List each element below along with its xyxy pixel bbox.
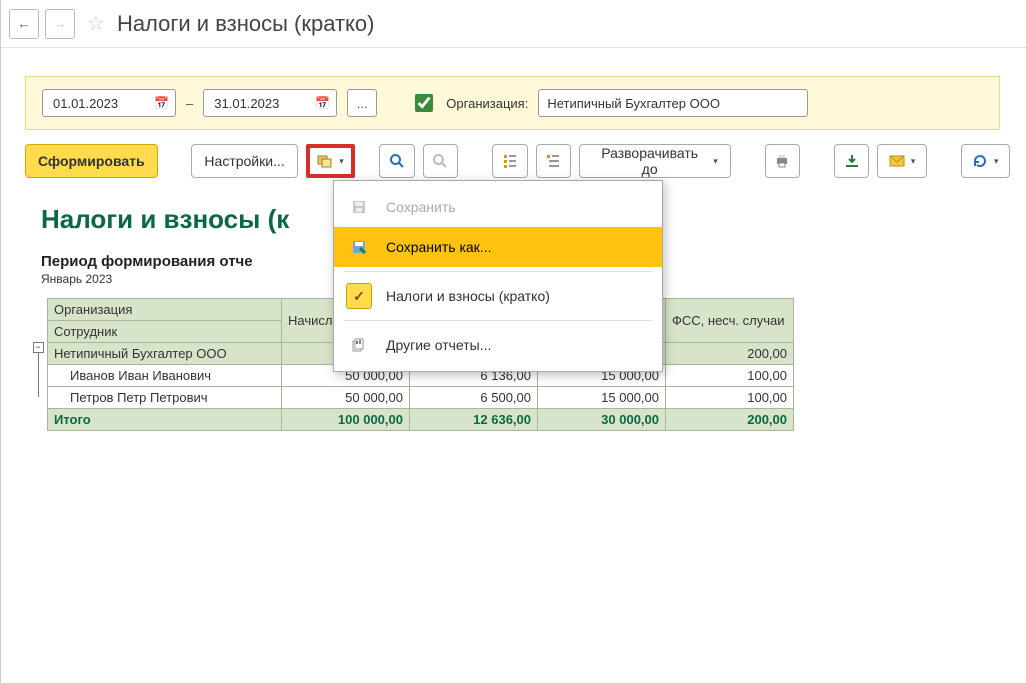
refresh-button[interactable]: ▾: [961, 144, 1010, 178]
download-icon: [844, 153, 860, 169]
dropdown-current-report[interactable]: ✓ Налоги и взносы (кратко): [334, 276, 662, 316]
find-next-button[interactable]: [423, 144, 459, 178]
search-next-icon: [432, 153, 448, 169]
report-variants-dropdown: Сохранить Сохранить как... ✓: [333, 180, 663, 372]
search-icon: [389, 153, 405, 169]
generate-button[interactable]: Сформировать: [25, 144, 158, 178]
save-to-file-button[interactable]: [834, 144, 870, 178]
cell-value: 6 500,00: [410, 387, 538, 409]
col-fss: ФСС, несч. случаи: [666, 299, 794, 343]
date-to-field[interactable]: 31.01.2023 📅: [203, 89, 337, 117]
organization-checkbox[interactable]: [415, 94, 433, 112]
table-total-row: Итого 100 000,00 12 636,00 30 000,00 200…: [48, 409, 794, 431]
dropdown-separator: [344, 271, 652, 272]
cell-value: 30 000,00: [538, 409, 666, 431]
check-icon: ✓: [353, 288, 365, 305]
chevron-down-icon: ▾: [911, 156, 916, 167]
tree-line: [38, 375, 39, 397]
calendar-icon[interactable]: 📅: [154, 96, 169, 110]
send-email-button[interactable]: ▾: [877, 144, 926, 178]
cell-name: Нетипичный Бухгалтер ООО: [48, 343, 282, 365]
dropdown-other-reports[interactable]: Другие отчеты...: [334, 325, 662, 365]
dropdown-save-label: Сохранить: [386, 199, 456, 215]
print-button[interactable]: [765, 144, 801, 178]
back-button[interactable]: ←: [9, 9, 39, 39]
page-title: Налоги и взносы (кратко): [117, 11, 375, 37]
tree-collapse-button[interactable]: −: [33, 342, 44, 353]
settings-button[interactable]: Настройки...: [191, 144, 297, 178]
date-separator: –: [186, 96, 193, 111]
cell-value: 100 000,00: [282, 409, 410, 431]
date-from-value: 01.01.2023: [53, 96, 118, 111]
tree-gutter: −: [29, 298, 47, 397]
collapse-icon: [545, 153, 561, 169]
calendar-icon[interactable]: 📅: [315, 96, 330, 110]
tree-line: [38, 353, 39, 375]
cell-value: 12 636,00: [410, 409, 538, 431]
expand-to-button[interactable]: Разворачивать до ▾: [579, 144, 731, 178]
expand-to-label: Разворачивать до: [592, 145, 707, 177]
report-variants-button[interactable]: ▾: [306, 144, 355, 178]
dropdown-save-as[interactable]: Сохранить как...: [334, 227, 662, 267]
forward-button[interactable]: →: [45, 9, 75, 39]
cell-value: 15 000,00: [538, 387, 666, 409]
organization-value: Нетипичный Бухгалтер ООО: [547, 96, 720, 111]
col-employee-label: Сотрудник: [48, 320, 281, 342]
cell-name: Петров Петр Петрович: [48, 387, 282, 409]
date-from-field[interactable]: 01.01.2023 📅: [42, 89, 176, 117]
date-options-button[interactable]: ...: [347, 89, 377, 117]
collapse-all-button[interactable]: [536, 144, 572, 178]
expand-icon: [502, 153, 518, 169]
organization-label: Организация:: [446, 96, 528, 111]
mail-icon: [889, 153, 905, 169]
dropdown-other-reports-label: Другие отчеты...: [386, 337, 491, 353]
cell-total-label: Итого: [48, 409, 282, 431]
cell-value: 50 000,00: [282, 387, 410, 409]
col-organization: Организация Сотрудник: [48, 299, 282, 343]
refresh-icon: [972, 153, 988, 169]
dropdown-separator: [344, 320, 652, 321]
floppy-edit-icon: [351, 239, 367, 255]
cell-value: 200,00: [666, 343, 794, 365]
expand-all-button[interactable]: [492, 144, 528, 178]
dropdown-current-report-label: Налоги и взносы (кратко): [386, 288, 550, 304]
dropdown-save-as-label: Сохранить как...: [386, 239, 491, 255]
cell-value: 200,00: [666, 409, 794, 431]
toolbar: Сформировать Настройки... ▾: [25, 130, 1026, 192]
chevron-down-icon: ▾: [339, 156, 344, 167]
cell-value: 100,00: [666, 387, 794, 409]
report-stack-icon: [351, 337, 367, 353]
floppy-icon: [351, 199, 367, 215]
folder-copy-icon: [317, 153, 333, 169]
printer-icon: [774, 153, 790, 169]
organization-input[interactable]: Нетипичный Бухгалтер ООО: [538, 89, 808, 117]
chevron-down-icon: ▾: [994, 156, 999, 167]
filter-bar: 01.01.2023 📅 – 31.01.2023 📅 ... Организа…: [25, 76, 1000, 130]
chevron-down-icon: ▾: [713, 156, 718, 167]
favorite-star-icon[interactable]: ☆: [87, 11, 105, 36]
col-organization-label: Организация: [54, 302, 275, 317]
cell-value: 100,00: [666, 365, 794, 387]
date-to-value: 31.01.2023: [214, 96, 279, 111]
cell-name: Иванов Иван Иванович: [48, 365, 282, 387]
find-button[interactable]: [379, 144, 415, 178]
table-row: Петров Петр Петрович 50 000,00 6 500,00 …: [48, 387, 794, 409]
dropdown-save[interactable]: Сохранить: [334, 187, 662, 227]
